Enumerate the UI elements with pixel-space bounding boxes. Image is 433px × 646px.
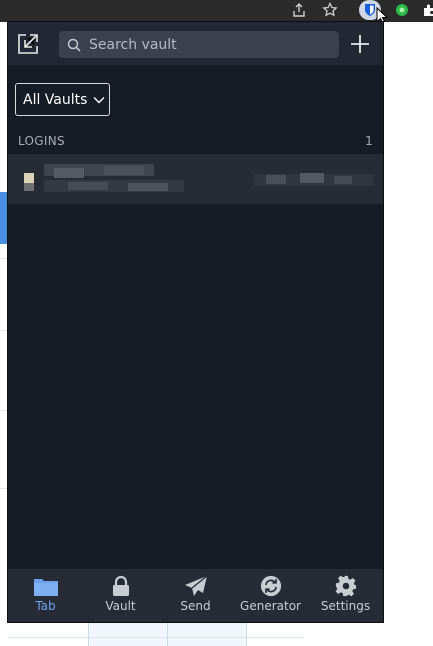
background-divider xyxy=(0,488,8,489)
browser-toolbar xyxy=(0,0,433,25)
popout-icon xyxy=(18,34,38,54)
search-icon xyxy=(67,38,81,52)
refresh-icon xyxy=(260,575,281,597)
bookmark-star-icon[interactable] xyxy=(319,0,341,20)
vault-filter-label: All Vaults xyxy=(23,91,88,108)
nav-send-label: Send xyxy=(180,599,211,613)
add-item-button[interactable] xyxy=(348,32,372,56)
lock-icon xyxy=(112,575,129,596)
plus-icon xyxy=(351,35,369,53)
background-selection xyxy=(0,192,8,244)
nav-generator-label: Generator xyxy=(240,599,301,613)
background-grid-line xyxy=(167,622,168,646)
nav-vault-label: Vault xyxy=(105,599,136,613)
nav-vault[interactable]: Vault xyxy=(83,569,158,622)
extension-badge-icon[interactable] xyxy=(391,0,413,20)
extensions-puzzle-icon[interactable] xyxy=(418,0,433,20)
nav-settings-label: Settings xyxy=(320,599,371,613)
gear-icon xyxy=(335,575,356,597)
nav-settings[interactable]: Settings xyxy=(308,569,383,622)
share-icon[interactable] xyxy=(288,0,310,20)
section-count: 1 xyxy=(365,134,373,148)
background-divider xyxy=(0,410,8,411)
bottom-navigation: Tab Vault Send Generator Settings xyxy=(8,569,383,622)
nav-generator[interactable]: Generator xyxy=(233,569,308,622)
nav-tab[interactable]: Tab xyxy=(8,569,83,622)
bitwarden-popup: All Vaults LOGINS 1 xyxy=(8,22,383,622)
folder-icon xyxy=(33,579,58,596)
section-title: LOGINS xyxy=(18,134,65,148)
popout-button[interactable] xyxy=(16,32,40,56)
background-grid-line xyxy=(8,637,304,638)
background-divider xyxy=(0,330,8,331)
nav-tab-label: Tab xyxy=(35,599,56,613)
paper-plane-icon xyxy=(184,575,207,596)
background-grid-line xyxy=(88,622,89,646)
popup-header xyxy=(8,22,383,65)
chevron-down-icon xyxy=(93,96,105,103)
login-item[interactable] xyxy=(8,154,383,204)
logins-section-header: LOGINS 1 xyxy=(18,134,373,150)
background-divider xyxy=(0,258,8,259)
search-input[interactable] xyxy=(87,35,331,54)
vault-filter-select[interactable]: All Vaults xyxy=(15,83,110,116)
search-box[interactable] xyxy=(59,31,339,58)
background-grid-line xyxy=(246,622,247,646)
nav-send[interactable]: Send xyxy=(158,569,233,622)
